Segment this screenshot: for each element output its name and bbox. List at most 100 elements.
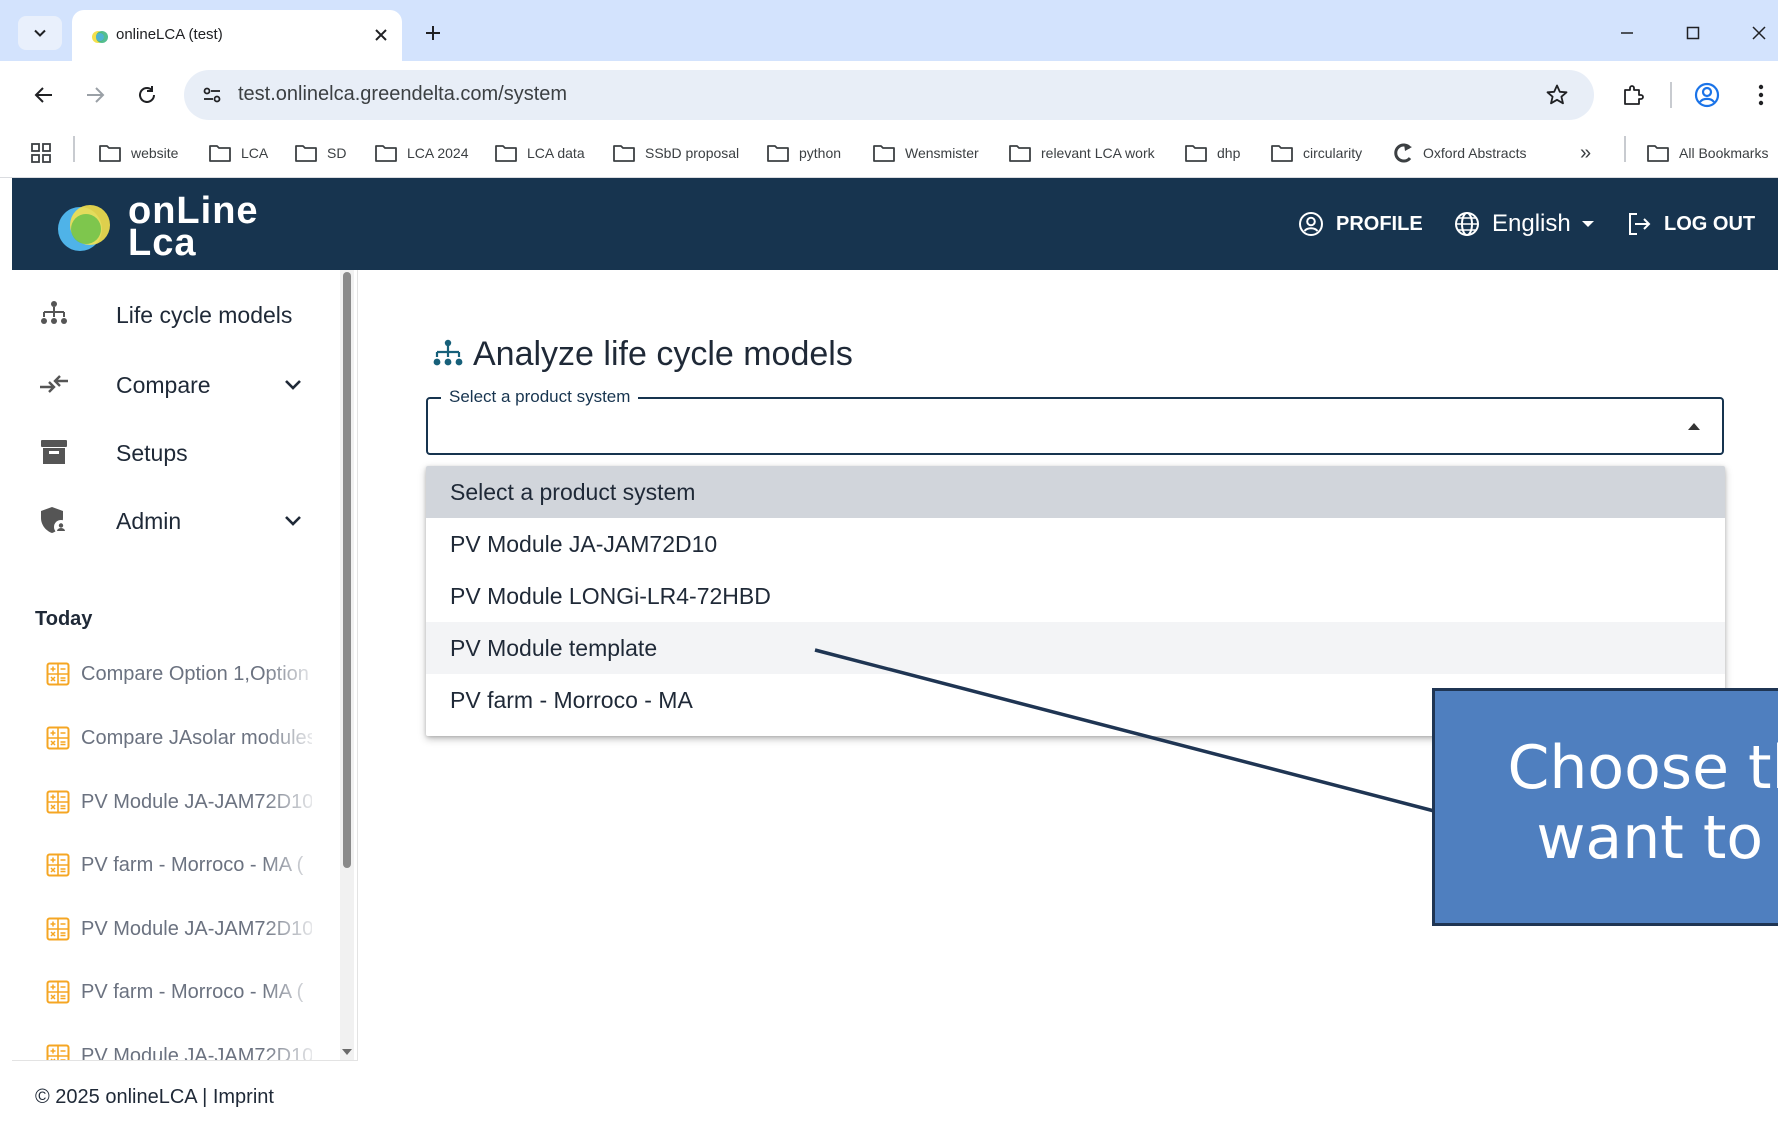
logout-icon (1629, 213, 1651, 235)
callout-text: Choose the want to v (1507, 733, 1778, 873)
bookmark-lca[interactable]: LCA (208, 141, 268, 165)
address-bar[interactable]: test.onlinelca.greendelta.com/system (184, 70, 1594, 120)
bookmark-sd[interactable]: SD (294, 141, 346, 165)
calculator-icon (46, 662, 70, 686)
history-item[interactable]: Compare Option 1,Option 2 (12, 652, 312, 696)
browser-menu-button[interactable] (1744, 78, 1778, 112)
folder-icon (209, 145, 231, 162)
bookmark-website[interactable]: website (98, 141, 178, 165)
history-item[interactable]: PV farm - Morroco - MA ( (12, 970, 312, 1014)
site-info-button[interactable] (196, 79, 228, 111)
language-selector[interactable]: English (1454, 208, 1595, 240)
scroll-down-arrow-icon[interactable] (341, 1046, 353, 1058)
bookmarks-overflow-button[interactable]: » (1580, 141, 1591, 165)
account-circle-icon (1299, 212, 1323, 236)
folder-icon (1271, 145, 1293, 162)
sidebar-item-compare[interactable]: Compare (12, 352, 342, 416)
app-header: onLine Lca PROFILE English LOG OUT (12, 178, 1778, 270)
text-fade (262, 1034, 312, 1060)
history-item[interactable]: Compare JAsolar modules (12, 716, 312, 760)
bookmarks-bar: website LCA SD LCA 2024 LCA data SSbD pr… (0, 128, 1778, 178)
apps-button[interactable] (30, 141, 61, 165)
new-tab-button[interactable] (418, 18, 448, 48)
folder-icon (1009, 145, 1031, 162)
page-title: Analyze life cycle models (431, 332, 853, 376)
logo-circles-icon (58, 205, 110, 251)
bookmark-lca-2024[interactable]: LCA 2024 (374, 141, 469, 165)
dropdown-option[interactable]: PV Module template (426, 622, 1725, 674)
all-bookmarks-button[interactable]: All Bookmarks (1646, 141, 1768, 165)
sidebar-item-setups[interactable]: Setups (12, 420, 342, 484)
bookmark-circularity[interactable]: circularity (1270, 141, 1362, 165)
back-button[interactable] (27, 78, 61, 112)
scrollbar-thumb[interactable] (343, 272, 351, 868)
extensions-button[interactable] (1616, 78, 1650, 112)
history-item[interactable]: PV farm - Morroco - MA ( (12, 843, 312, 887)
tab-search-button[interactable] (18, 16, 62, 50)
window-maximize-button[interactable] (1678, 18, 1708, 48)
maximize-icon (1686, 26, 1700, 40)
compare-arrows-icon (38, 368, 70, 400)
calculator-icon (46, 1044, 70, 1060)
bookmark-oxford-abstracts[interactable]: Oxford Abstracts (1390, 141, 1526, 165)
profile-button[interactable]: PROFILE (1298, 208, 1423, 240)
reload-button[interactable] (130, 78, 164, 112)
url-text[interactable]: test.onlinelca.greendelta.com/system (238, 83, 567, 106)
onlinelca-logo[interactable]: onLine Lca (46, 191, 258, 264)
puzzle-icon (1624, 85, 1644, 105)
calculator-icon (46, 790, 70, 814)
copyright-imprint-text[interactable]: © 2025 onlineLCA | Imprint (35, 1086, 274, 1109)
profile-avatar-button[interactable] (1690, 78, 1724, 112)
dropdown-option[interactable]: PV Module LONGi-LR4-72HBD (426, 570, 1725, 622)
sidebar-footer: © 2025 onlineLCA | Imprint (12, 1060, 358, 1130)
instruction-callout: Choose the want to v (1432, 688, 1778, 926)
globe-icon (1455, 212, 1479, 236)
chevron-down-icon (280, 372, 306, 398)
sidebar-scrollbar[interactable] (340, 270, 354, 1060)
folder-icon (767, 145, 789, 162)
folder-icon (873, 145, 895, 162)
history-item[interactable]: PV Module JA-JAM72D10 (12, 780, 312, 824)
reload-icon (139, 86, 155, 103)
folder-icon (295, 145, 317, 162)
bookmark-wensmister[interactable]: Wensmister (872, 141, 979, 165)
browser-tab-active[interactable]: onlineLCA (test) (72, 10, 402, 61)
bookmark-lca-data[interactable]: LCA data (494, 141, 585, 165)
caret-down-icon (1581, 221, 1594, 227)
caret-up-icon[interactable] (1686, 420, 1702, 432)
calculator-icon (46, 980, 70, 1004)
browser-tab-bar: onlineLCA (test) (0, 0, 1778, 61)
close-icon (1752, 26, 1766, 40)
dropdown-option[interactable]: PV Module JA-JAM72D10 (426, 518, 1725, 570)
apps-grid-icon (31, 143, 51, 163)
toolbar-divider (1670, 82, 1672, 108)
tab-title: onlineLCA (test) (116, 26, 223, 43)
bookmark-star-button[interactable] (1542, 80, 1572, 110)
window-close-button[interactable] (1744, 18, 1774, 48)
logo-word-lca: Lca (128, 222, 197, 264)
calculator-icon (46, 726, 70, 750)
star-icon (1546, 84, 1568, 105)
archive-box-icon (38, 436, 70, 468)
folder-icon (375, 145, 397, 162)
logout-button[interactable]: LOG OUT (1626, 208, 1755, 240)
window-minimize-button[interactable] (1612, 18, 1642, 48)
history-item[interactable]: PV Module JA-JAM72D10 (12, 1034, 312, 1060)
tab-close-button[interactable] (368, 22, 394, 48)
folder-icon (99, 145, 121, 162)
tune-icon (203, 87, 221, 103)
sidebar-item-admin[interactable]: Admin (12, 488, 342, 552)
bookmark-dhp[interactable]: dhp (1184, 141, 1240, 165)
folder-icon (1185, 145, 1207, 162)
history-item[interactable]: PV Module JA-JAM72D10 (12, 907, 312, 951)
forward-button[interactable] (78, 78, 112, 112)
bookmark-ssbd-proposal[interactable]: SSbD proposal (612, 141, 739, 165)
bookmark-relevant-lca-work[interactable]: relevant LCA work (1008, 141, 1155, 165)
text-fade (262, 716, 312, 760)
text-fade (262, 652, 312, 696)
history-section-title: Today (35, 608, 93, 630)
dropdown-option[interactable]: Select a product system (426, 466, 1725, 518)
sidebar-item-life-cycle-models[interactable]: Life cycle models (12, 282, 342, 346)
chevron-down-icon (34, 29, 46, 37)
bookmark-python[interactable]: python (766, 141, 841, 165)
